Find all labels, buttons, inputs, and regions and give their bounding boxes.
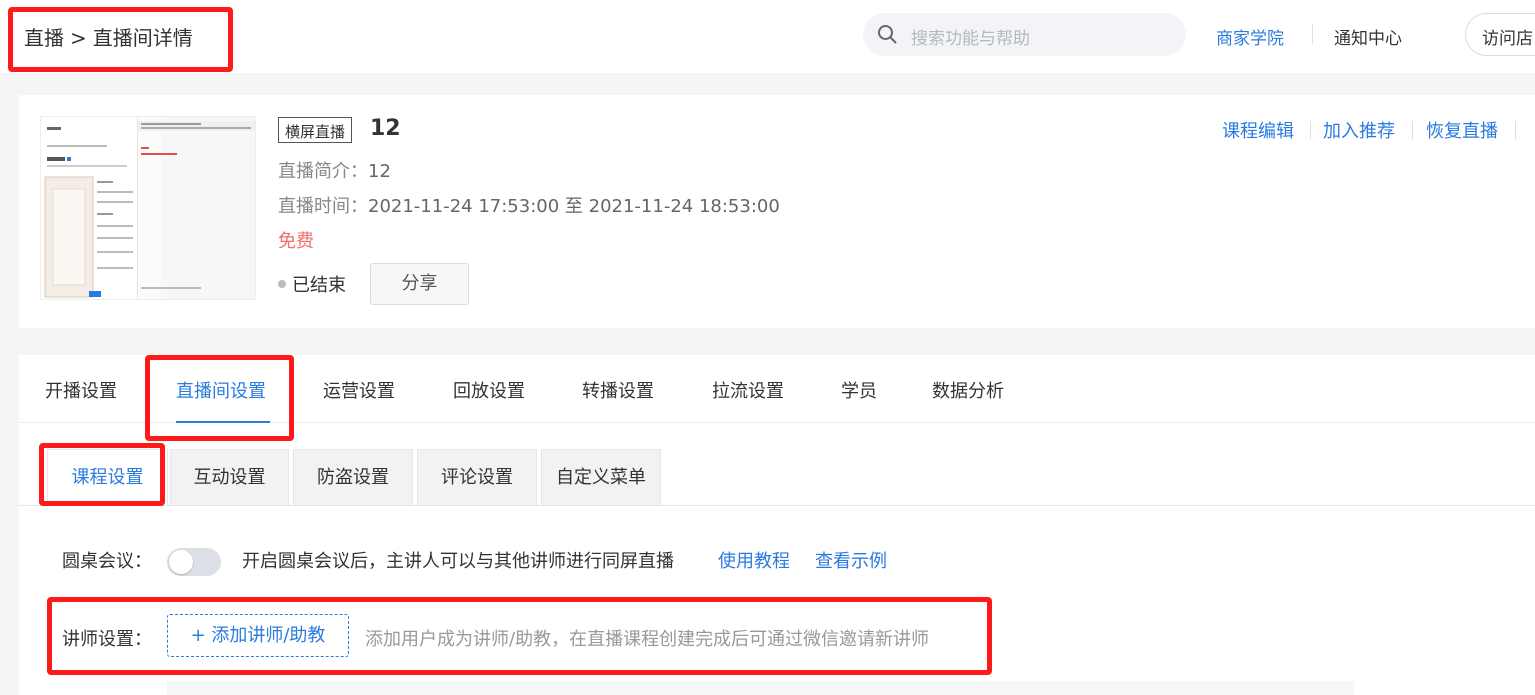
roundtable-description: 开启圆桌会议后，主讲人可以与其他讲师进行同屏直播 (242, 551, 674, 572)
merchant-academy-link[interactable]: 商家学院 (1216, 24, 1284, 49)
course-price: 免费 (278, 231, 314, 252)
lecturer-hint: 添加用户成为讲师/助教，在直播课程创建完成后可通过微信邀请新讲师 (365, 629, 930, 650)
nav-divider (1312, 24, 1313, 44)
visit-store-button[interactable]: 访问店 (1465, 13, 1535, 56)
resume-live-link[interactable]: 恢复直播 (1426, 117, 1498, 143)
tab-students[interactable]: 学员 (841, 377, 877, 403)
add-recommend-link[interactable]: 加入推荐 (1323, 117, 1395, 143)
course-title: 12 (370, 116, 401, 141)
course-intro-label: 直播简介： (278, 161, 368, 182)
tab-pull-stream-settings[interactable]: 拉流设置 (712, 377, 784, 403)
tutorial-link[interactable]: 使用教程 (718, 547, 790, 573)
breadcrumb: 直播 > 直播间详情 (24, 22, 193, 51)
subtab-anti-theft-settings[interactable]: 防盗设置 (293, 449, 413, 506)
search-box[interactable]: 搜索功能与帮助 (863, 13, 1186, 56)
live-type-badge: 横屏直播 (278, 117, 353, 143)
subtabs-divider (19, 505, 1535, 506)
action-divider (1412, 121, 1413, 139)
search-placeholder[interactable]: 搜索功能与帮助 (911, 24, 1030, 49)
subtab-custom-menu[interactable]: 自定义菜单 (541, 449, 661, 506)
breadcrumb-item-detail: 直播间详情 (92, 26, 193, 50)
roundtable-label: 圆桌会议： (62, 551, 152, 572)
settings-card: 开播设置 直播间设置 运营设置 回放设置 转播设置 拉流设置 学员 数据分析 课… (19, 355, 1535, 695)
view-example-link[interactable]: 查看示例 (815, 547, 887, 573)
share-button[interactable]: 分享 (370, 263, 469, 305)
tab-broadcast-settings[interactable]: 开播设置 (45, 377, 117, 403)
course-time-value: 2021-11-24 17:53:00 至 2021-11-24 18:53:0… (368, 196, 780, 217)
subtab-comment-settings[interactable]: 评论设置 (417, 449, 537, 506)
course-intro: 直播简介：12 (278, 157, 391, 183)
action-divider (1310, 121, 1311, 139)
status-dot-icon (278, 280, 286, 288)
tab-relay-settings[interactable]: 转播设置 (582, 377, 654, 403)
notification-center-link[interactable]: 通知中心 (1334, 24, 1402, 49)
top-bar: 直播 > 直播间详情 搜索功能与帮助 商家学院 通知中心 访问店 (0, 0, 1535, 73)
course-time: 直播时间：2021-11-24 17:53:00 至 2021-11-24 18… (278, 192, 780, 218)
roundtable-toggle[interactable] (167, 548, 221, 576)
search-icon (878, 25, 897, 44)
breadcrumb-item-live[interactable]: 直播 (24, 26, 64, 50)
course-intro-value: 12 (368, 161, 391, 182)
breadcrumb-separator: > (70, 26, 87, 50)
tab-playback-settings[interactable]: 回放设置 (453, 377, 525, 403)
course-status: 已结束 (292, 275, 346, 296)
action-divider (1515, 121, 1516, 139)
tab-data-analysis[interactable]: 数据分析 (932, 377, 1004, 403)
course-cover-thumbnail (40, 116, 256, 300)
tab-operation-settings[interactable]: 运营设置 (323, 377, 395, 403)
tab-live-room-settings[interactable]: 直播间设置 (176, 377, 266, 403)
lecturer-label: 讲师设置： (62, 629, 152, 650)
add-lecturer-button[interactable]: + 添加讲师/助教 (167, 614, 349, 657)
lecturer-table (167, 681, 1354, 695)
subtab-course-settings[interactable]: 课程设置 (47, 449, 168, 506)
toggle-knob (169, 550, 193, 574)
edit-course-link[interactable]: 课程编辑 (1222, 117, 1294, 143)
course-time-label: 直播时间： (278, 196, 368, 217)
active-tab-underline (176, 421, 270, 423)
course-info-card: 横屏直播 12 直播简介：12 直播时间：2021-11-24 17:53:00… (19, 95, 1535, 328)
subtab-interaction-settings[interactable]: 互动设置 (170, 449, 289, 506)
